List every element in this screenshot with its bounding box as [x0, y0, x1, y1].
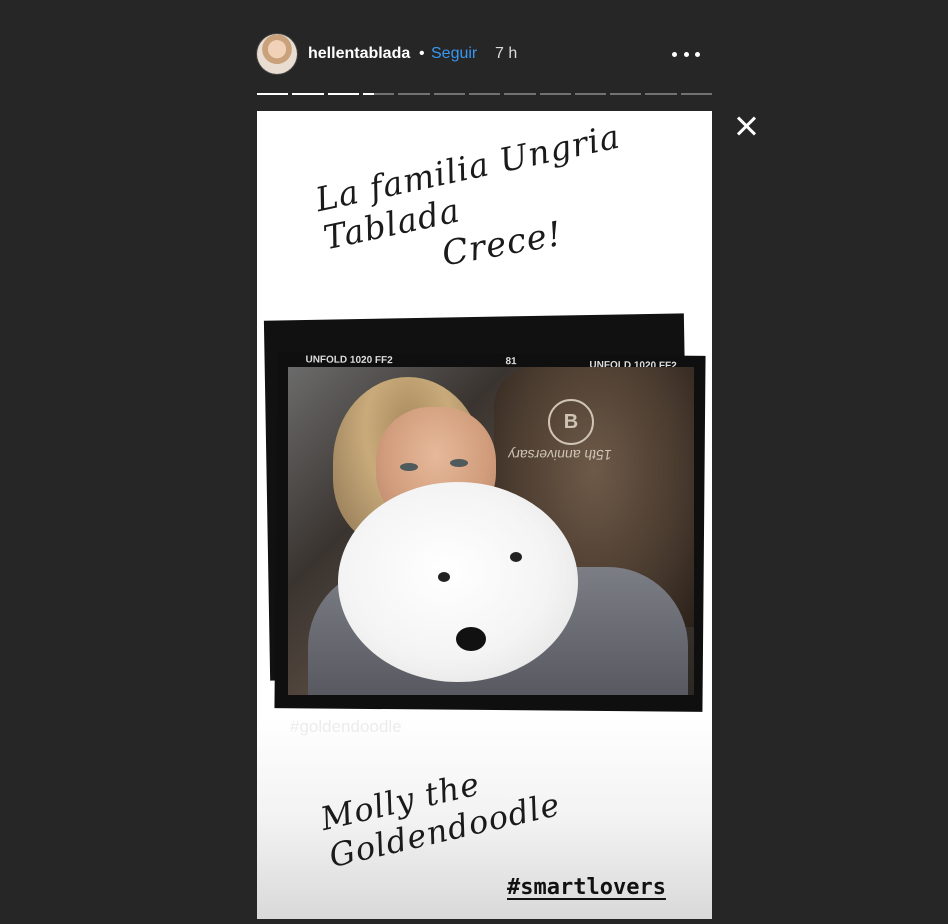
film-label-left: UNFOLD 1020 FF2: [305, 354, 393, 367]
progress-segment: [433, 93, 465, 95]
close-icon[interactable]: [734, 114, 758, 138]
hashtag-goldendoodle[interactable]: #goldendoodle: [290, 717, 402, 737]
story-photo: B 15th anniversary: [288, 367, 694, 695]
eye-left: [400, 463, 418, 471]
progress-fill: [292, 93, 324, 95]
progress-segment: [680, 93, 713, 95]
progress-segment: [257, 93, 289, 95]
story-progress-bar: [257, 93, 713, 95]
dog-eye-left: [438, 572, 450, 582]
dog-shape: [338, 482, 578, 682]
progress-segment: [292, 93, 324, 95]
progress-segment: [362, 93, 395, 95]
progress-segment: [504, 93, 536, 95]
separator-dot: •: [419, 45, 425, 62]
timestamp: 7 h: [495, 45, 518, 62]
progress-fill: [257, 93, 289, 95]
progress-segment: [645, 93, 677, 95]
seat-logo: B: [548, 399, 594, 445]
hashtag-smartlovers[interactable]: #smartlovers: [507, 875, 666, 900]
dog-eye-right: [510, 552, 522, 562]
follow-button[interactable]: Seguir: [431, 45, 477, 63]
ellipsis-icon[interactable]: [672, 42, 700, 66]
story-header: hellentablada • Seguir 7 h: [257, 34, 712, 74]
progress-segment: [539, 93, 571, 95]
story-content[interactable]: La familia Ungria Tablada Crece! UNFOLD …: [257, 111, 712, 919]
progress-segment: [468, 93, 501, 95]
progress-segment: [327, 93, 359, 95]
username-link[interactable]: hellentablada: [308, 45, 410, 63]
seat-text: 15th anniversary: [506, 447, 613, 463]
progress-fill: [327, 93, 359, 95]
eye-right: [450, 459, 468, 467]
profile-avatar[interactable]: [257, 34, 297, 74]
film-label-center: 81: [505, 356, 517, 368]
dog-nose: [456, 627, 486, 651]
progress-fill: [362, 93, 374, 95]
progress-segment: [610, 93, 642, 95]
progress-segment: [398, 93, 430, 95]
progress-segment: [574, 93, 607, 95]
